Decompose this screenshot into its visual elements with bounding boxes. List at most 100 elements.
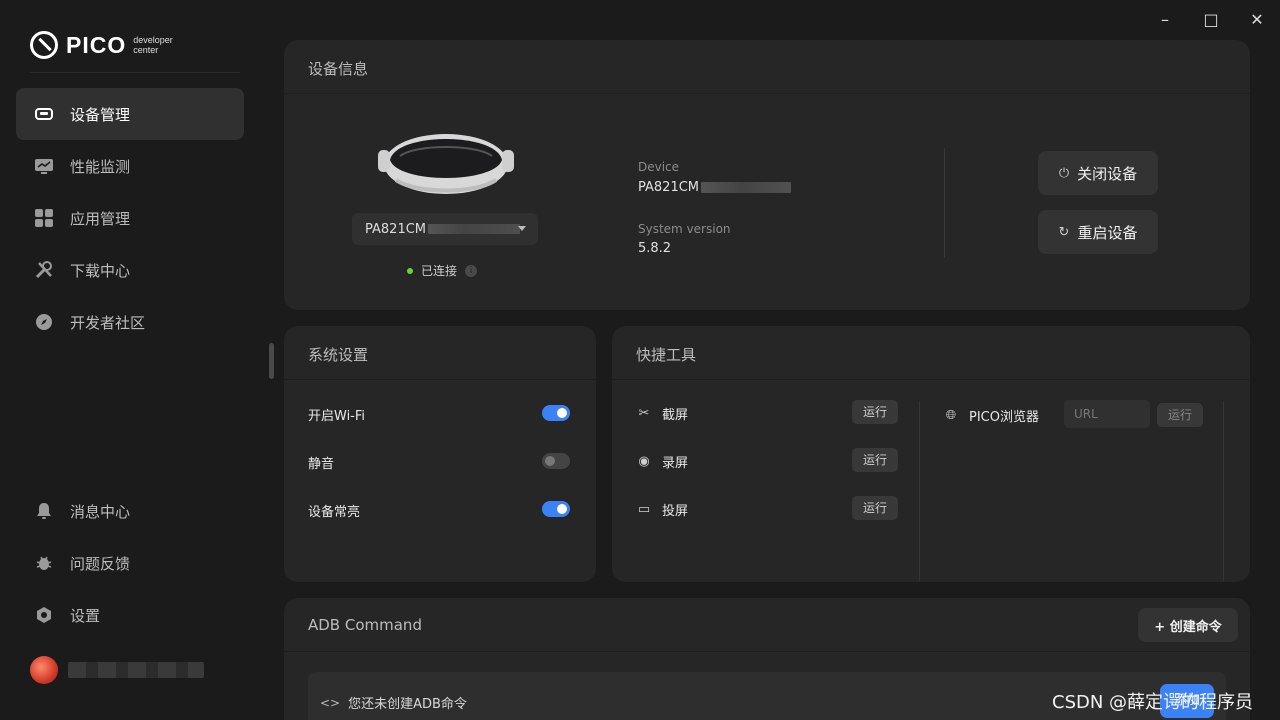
- shutdown-label: 关闭设备: [1077, 164, 1138, 183]
- divider: [30, 72, 240, 73]
- status-text: 已连接: [421, 264, 458, 278]
- screenshot-tool: ✂ 截屏: [636, 404, 688, 423]
- nav-label: 应用管理: [70, 209, 131, 228]
- device-value-text: PA821CM: [638, 180, 700, 195]
- monitor-chart-icon: [34, 156, 54, 176]
- brand-sub-line2: center: [133, 45, 159, 55]
- divider: [1223, 401, 1224, 581]
- divider: [284, 379, 596, 380]
- apps-grid-icon: [34, 208, 54, 228]
- tools-icon: [34, 260, 54, 280]
- system-version-value: 5.8.2: [638, 241, 672, 256]
- record-tool: ◉ 录屏: [636, 452, 688, 471]
- brand-sub-line1: developer: [133, 35, 173, 45]
- connection-status: 已连接 i: [407, 262, 478, 279]
- redacted-mask: [428, 224, 521, 234]
- gear-icon: [34, 605, 54, 625]
- divider: [284, 651, 1250, 652]
- divider: [284, 93, 1250, 94]
- nav-item-feedback[interactable]: 问题反馈: [16, 537, 244, 589]
- sidebar-resize-handle[interactable]: [269, 343, 274, 379]
- status-dot: [407, 267, 413, 274]
- empty-text: 您还未创建ADB命令: [348, 697, 467, 712]
- tool-label: PICO浏览器: [969, 410, 1039, 425]
- tool-label: 投屏: [662, 504, 689, 519]
- info-icon[interactable]: i: [465, 264, 478, 277]
- panel-title: 系统设置: [308, 346, 369, 364]
- device-label: Device: [638, 160, 680, 174]
- panel-title: 设备信息: [308, 60, 369, 78]
- scissors-icon: ✂: [638, 406, 650, 421]
- adb-empty-message: <> 您还未创建ADB命令: [320, 693, 467, 713]
- bottom-nav: 消息中心 问题反馈 设置: [16, 485, 244, 641]
- refresh-icon: ↻: [1058, 224, 1070, 240]
- nav-label: 设备管理: [70, 105, 131, 124]
- bug-icon: [34, 553, 54, 573]
- wifi-toggle[interactable]: [542, 405, 570, 421]
- device-select[interactable]: PA821CM: [352, 213, 538, 245]
- device-select-value: PA821CM: [365, 221, 427, 237]
- tool-label: 截屏: [662, 408, 689, 423]
- compass-icon: [34, 312, 54, 332]
- restart-button[interactable]: ↻ 重启设备: [1038, 210, 1158, 254]
- url-input[interactable]: [1064, 400, 1150, 428]
- brand-subtitle: developer center: [133, 35, 173, 55]
- user-name-redacted: [68, 662, 204, 678]
- pico-logo-icon: [30, 31, 58, 59]
- globe-icon: 🌐︎: [945, 408, 957, 423]
- restart-label: 重启设备: [1077, 223, 1138, 242]
- user-profile[interactable]: [30, 656, 204, 684]
- minimize-icon[interactable]: –: [1153, 8, 1177, 32]
- nav-item-download-center[interactable]: 下载中心: [16, 244, 244, 296]
- system-settings-panel: 系统设置 开启Wi-Fi 静音 设备常亮: [284, 326, 596, 582]
- panel-title: ADB Command: [308, 616, 422, 634]
- nav-item-developer-community[interactable]: 开发者社区: [16, 296, 244, 348]
- headset-image: [378, 134, 514, 194]
- chevron-down-icon: [518, 226, 526, 231]
- screenshot-run-button[interactable]: 运行: [852, 400, 898, 424]
- sidebar: PICO developer center 设备管理 性能监测 应用管理 下载中…: [0, 0, 260, 720]
- panel-title: 快捷工具: [636, 346, 697, 364]
- nav-item-settings[interactable]: 设置: [16, 589, 244, 641]
- close-icon[interactable]: ✕: [1245, 8, 1269, 32]
- device-info-panel: 设备信息 PA821CM 已连接 i Device PA821CM System…: [284, 40, 1250, 310]
- tool-label: 录屏: [662, 456, 689, 471]
- divider: [919, 401, 920, 581]
- mute-toggle[interactable]: [542, 453, 570, 469]
- quick-tools-panel: 快捷工具 ✂ 截屏 运行 ◉ 录屏 运行 ▭ 投屏 运行 🌐︎ PICO浏览器 …: [612, 326, 1250, 582]
- redacted-mask: [701, 182, 792, 193]
- create-command-button[interactable]: + 创建命令: [1138, 608, 1238, 642]
- always-on-label: 设备常亮: [308, 505, 361, 520]
- main-nav: 设备管理 性能监测 应用管理 下载中心 开发者社区: [16, 88, 244, 348]
- record-icon: ◉: [638, 454, 650, 469]
- toggle-knob: [557, 408, 567, 418]
- cast-tool: ▭ 投屏: [636, 500, 688, 519]
- logo: PICO developer center: [30, 30, 173, 60]
- system-version-label: System version: [638, 222, 731, 236]
- nav-label: 消息中心: [70, 502, 131, 521]
- cast-icon: ▭: [637, 502, 651, 517]
- bell-icon: [34, 501, 54, 521]
- always-on-toggle[interactable]: [542, 501, 570, 517]
- nav-item-message-center[interactable]: 消息中心: [16, 485, 244, 537]
- nav-item-app-management[interactable]: 应用管理: [16, 192, 244, 244]
- maximize-icon[interactable]: □: [1199, 8, 1223, 32]
- mute-label: 静音: [308, 457, 335, 472]
- browser-tool: 🌐︎ PICO浏览器: [943, 406, 1039, 425]
- nav-item-performance[interactable]: 性能监测: [16, 140, 244, 192]
- headset-icon: [34, 104, 54, 124]
- record-run-button[interactable]: 运行: [852, 448, 898, 472]
- power-icon: ⏻: [1058, 165, 1070, 181]
- avatar[interactable]: [30, 656, 58, 684]
- nav-label: 开发者社区: [70, 313, 146, 332]
- wifi-label: 开启Wi-Fi: [308, 409, 366, 424]
- nav-item-device-management[interactable]: 设备管理: [16, 88, 244, 140]
- toggle-knob: [557, 504, 567, 514]
- nav-label: 问题反馈: [70, 554, 131, 573]
- browser-run-button[interactable]: 运行: [1157, 403, 1203, 427]
- shutdown-button[interactable]: ⏻ 关闭设备: [1038, 151, 1158, 195]
- cast-run-button[interactable]: 运行: [852, 496, 898, 520]
- brand-name: PICO: [66, 31, 127, 58]
- nav-label: 下载中心: [70, 261, 131, 280]
- watermark: CSDN @薛定谔的程序员: [1052, 692, 1254, 713]
